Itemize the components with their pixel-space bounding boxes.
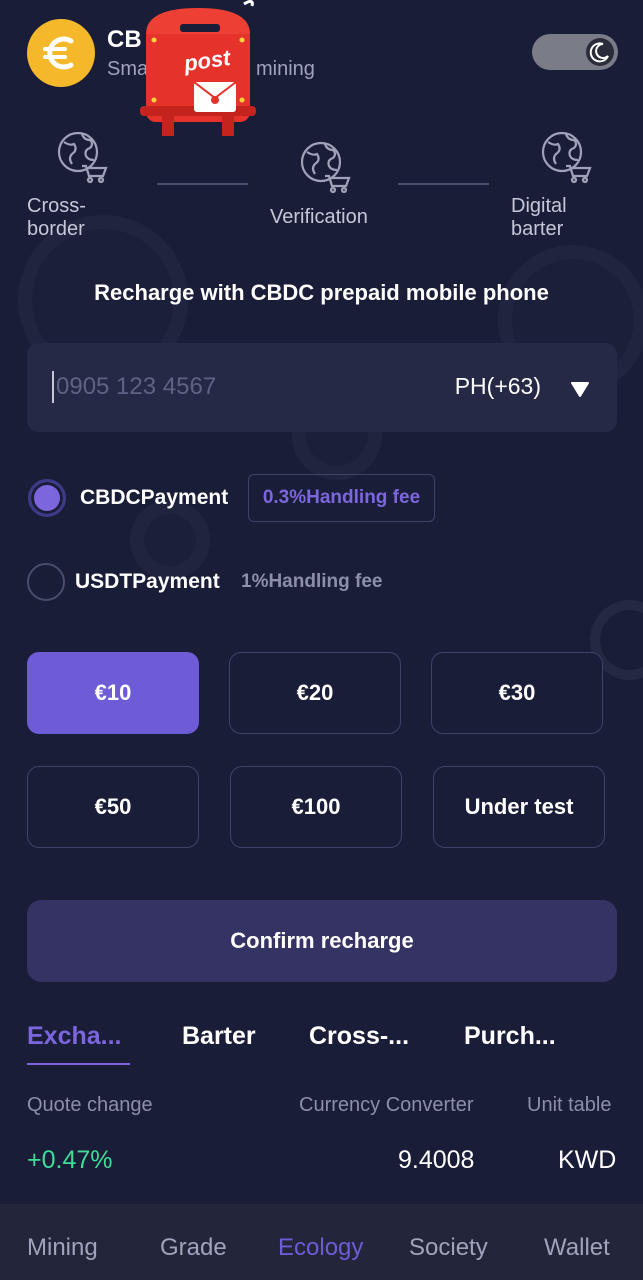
- tab-cross-border[interactable]: Cross-...: [309, 1022, 409, 1051]
- quote-change-value: +0.47%: [27, 1146, 113, 1174]
- recharge-title: Recharge with CBDC prepaid mobile phone: [94, 280, 549, 305]
- nav-item-society[interactable]: Society: [409, 1234, 488, 1262]
- globe-cart-icon: [52, 128, 108, 184]
- phone-number-input[interactable]: 0905 123 4567: [52, 371, 216, 403]
- background-coin-decoration: [130, 500, 210, 580]
- nav-item-mining[interactable]: Mining: [27, 1234, 98, 1262]
- post-mailbox-sticker[interactable]: post: [140, 0, 256, 138]
- nav-item-ecology[interactable]: Ecology: [278, 1234, 363, 1262]
- step-connector: [398, 183, 489, 185]
- tab-barter[interactable]: Barter: [182, 1022, 256, 1051]
- column-header-quote-change: Quote change: [27, 1094, 153, 1116]
- step-label-digital-barter: Digital barter: [511, 195, 567, 240]
- column-header-unit-table: Unit table: [527, 1094, 612, 1116]
- amount-button-20[interactable]: €20: [229, 652, 401, 734]
- cbdc-payment-radio[interactable]: [28, 479, 66, 517]
- usdt-payment-radio[interactable]: [27, 563, 65, 601]
- amount-button-under-test[interactable]: Under test: [433, 766, 605, 848]
- theme-toggle-knob: [586, 38, 614, 66]
- step-label-cross-border: Cross-border: [27, 195, 86, 240]
- chevron-down-icon[interactable]: [571, 381, 589, 397]
- globe-cart-icon: [295, 138, 351, 194]
- theme-toggle[interactable]: [532, 34, 618, 70]
- usdt-payment-label[interactable]: USDTPayment: [75, 570, 220, 594]
- step-label-verification: Verification: [270, 206, 368, 228]
- app-title: CB: [107, 26, 142, 53]
- nav-item-wallet[interactable]: Wallet: [544, 1234, 610, 1262]
- cbdc-fee-badge: 0.3%Handling fee: [248, 474, 435, 522]
- euro-icon: [43, 36, 74, 70]
- step-connector: [157, 183, 248, 185]
- nav-item-grade[interactable]: Grade: [160, 1234, 227, 1262]
- amount-button-100[interactable]: €100: [230, 766, 402, 848]
- usdt-fee-label: 1%Handling fee: [241, 571, 383, 592]
- currency-converter-value: 9.4008: [398, 1146, 475, 1174]
- amount-button-10[interactable]: €10: [27, 652, 199, 734]
- app-subtitle-tail: mining: [256, 58, 315, 80]
- country-code-select[interactable]: PH(+63): [455, 373, 541, 400]
- column-header-currency-converter: Currency Converter: [299, 1094, 474, 1116]
- confirm-recharge-button[interactable]: Confirm recharge: [27, 900, 617, 982]
- phone-input-container: 0905 123 4567 PH(+63): [27, 343, 617, 432]
- tab-purchase[interactable]: Purch...: [464, 1022, 556, 1051]
- cbdc-payment-label[interactable]: CBDCPayment: [80, 486, 228, 510]
- app-logo: [27, 19, 95, 87]
- globe-cart-icon: [536, 128, 592, 184]
- amount-button-50[interactable]: €50: [27, 766, 199, 848]
- unit-value: KWD: [558, 1146, 617, 1174]
- moon-icon: [589, 42, 609, 63]
- amount-button-30[interactable]: €30: [431, 652, 603, 734]
- active-tab-indicator: [27, 1063, 130, 1065]
- tab-exchange[interactable]: Excha...: [27, 1022, 122, 1051]
